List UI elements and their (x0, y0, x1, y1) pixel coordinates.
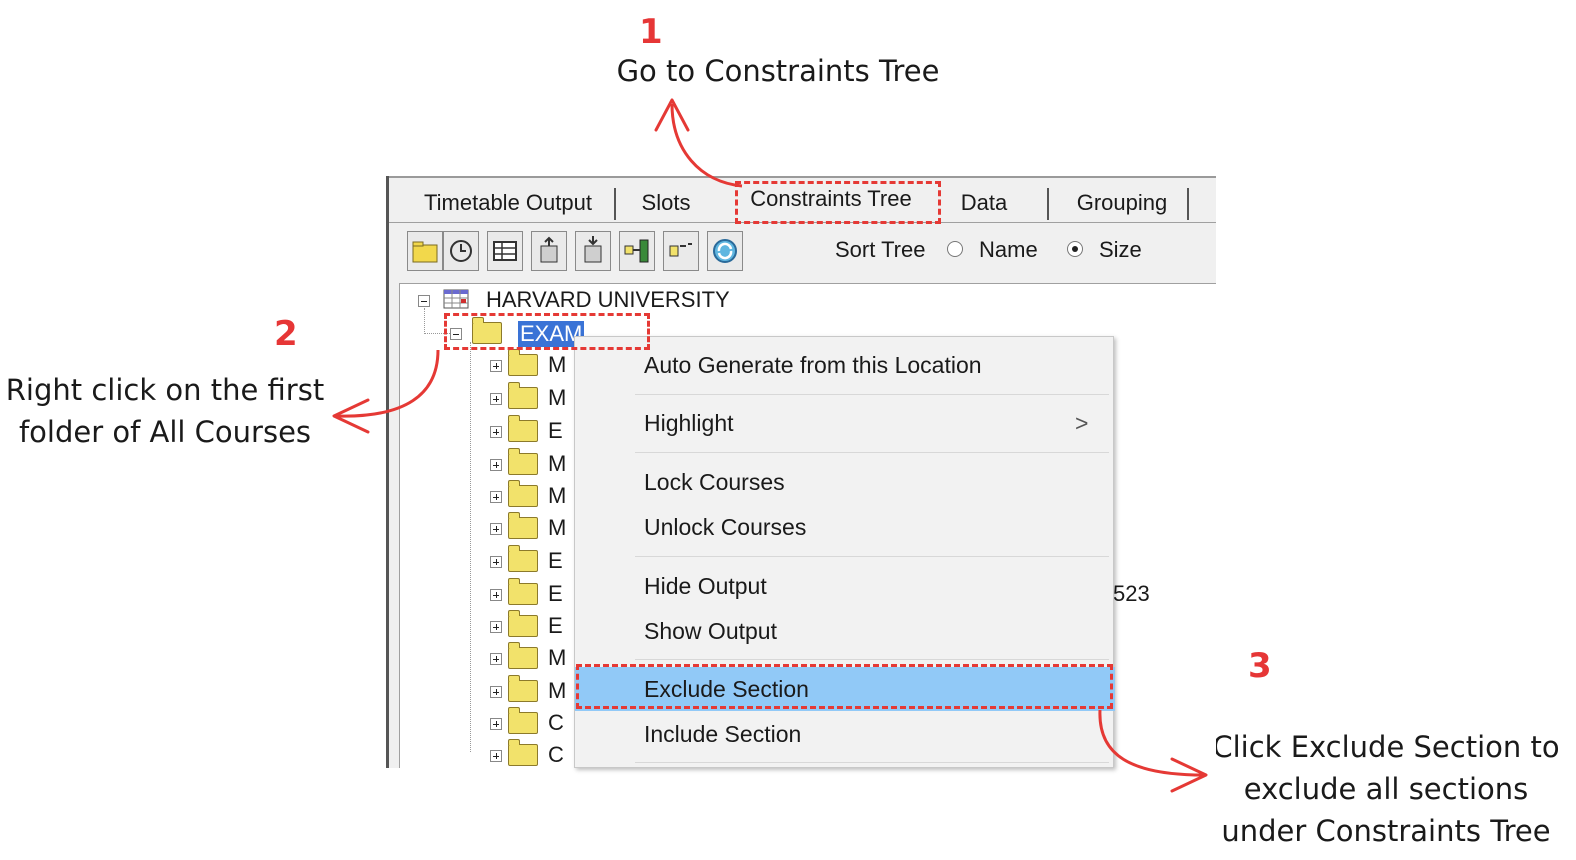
annotation-arrows (332, 98, 1208, 793)
arrow-step1 (670, 103, 743, 188)
